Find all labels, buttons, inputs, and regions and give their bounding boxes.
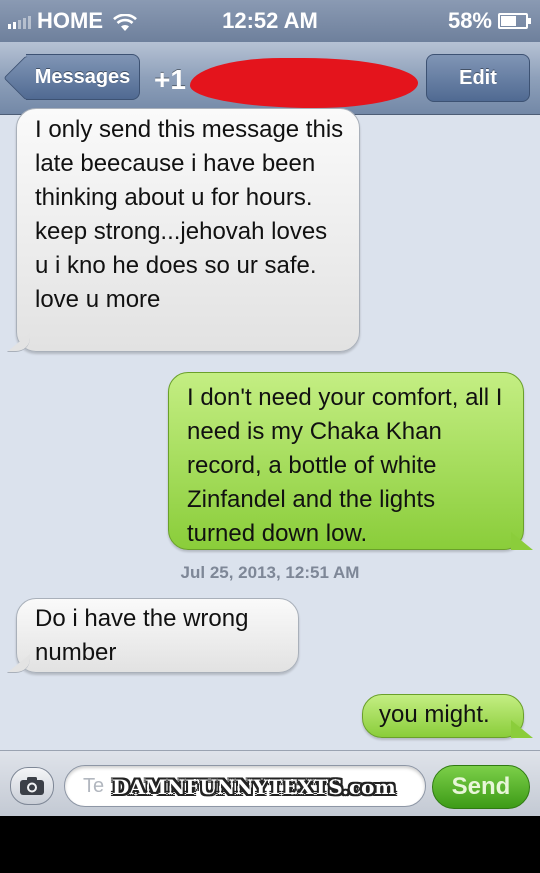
camera-icon [20, 777, 44, 795]
redaction-mark [190, 58, 418, 108]
bubble-tail [7, 333, 30, 352]
messages-back-button[interactable]: Messages [26, 54, 140, 100]
message-text: I don't need your comfort, all I need is… [187, 384, 503, 547]
message-bubble-incoming: Do i have the wrong number [7, 598, 299, 673]
battery-percent: 58% [447, 8, 492, 33]
bubble-tail [511, 720, 533, 738]
contact-title: +1 [154, 64, 186, 95]
messages-screen: HOME 12:52 AM 58% Messages +1 Edit I onl… [0, 0, 540, 816]
watermark: DAMNFUNNYTEXTS.com [112, 775, 396, 799]
message-bubble-incoming: I only send this message this late beeca… [7, 108, 360, 352]
status-bar: HOME 12:52 AM 58% [0, 0, 540, 42]
conversation-thread: I only send this message this late beeca… [0, 108, 540, 750]
bottom-bezel [0, 816, 540, 873]
message-text: you might. [379, 701, 490, 728]
bubble-tail [511, 532, 533, 550]
camera-button[interactable] [10, 767, 54, 805]
message-timestamp: Jul 25, 2013, 12:51 AM [180, 563, 360, 582]
message-text: I only send this message this late beeca… [35, 116, 344, 313]
battery-status: 58% [447, 8, 531, 34]
back-button-label: Messages [34, 65, 131, 88]
battery-icon [498, 13, 531, 29]
bubble-tail [7, 654, 30, 673]
message-input-placeholder: Te [83, 775, 105, 797]
edit-button[interactable]: Edit [426, 54, 530, 102]
message-bubble-outgoing: you might. [362, 694, 533, 738]
send-button[interactable]: Send [432, 765, 530, 809]
message-bubble-outgoing: I don't need your comfort, all I need is… [168, 372, 533, 550]
message-text: Do i have the wrong number [35, 605, 249, 666]
